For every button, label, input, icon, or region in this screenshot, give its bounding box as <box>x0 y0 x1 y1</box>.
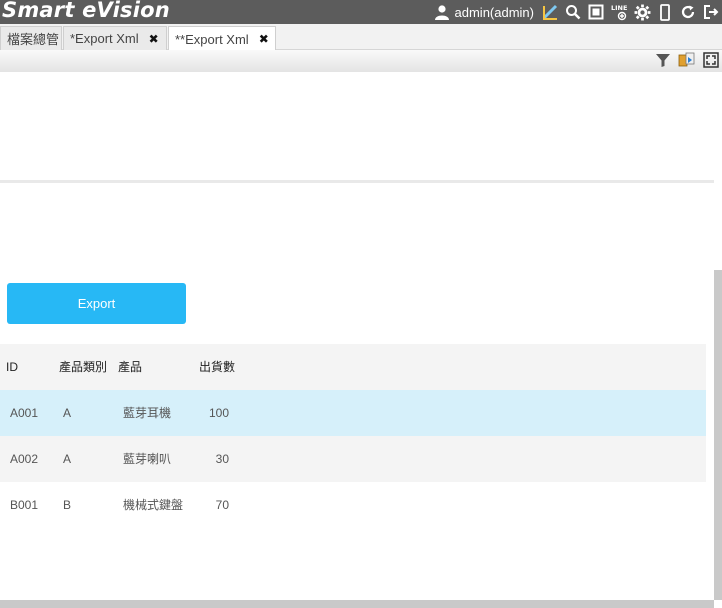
horizontal-scrollbar[interactable] <box>0 600 714 608</box>
mobile-icon[interactable] <box>656 3 674 21</box>
search-icon[interactable] <box>564 3 582 21</box>
close-icon[interactable]: ✖ <box>149 32 159 46</box>
cell-qty: 30 <box>215 452 229 466</box>
cell-category: B <box>63 498 72 512</box>
svg-text:LINE: LINE <box>611 4 627 12</box>
logout-icon[interactable] <box>702 3 720 21</box>
expand-icon[interactable] <box>702 51 720 69</box>
cell-product: 機械式鍵盤 <box>123 498 184 512</box>
cell-qty: 100 <box>208 406 229 420</box>
tab-label: **Export Xml <box>175 31 249 47</box>
column-header-id[interactable]: ID <box>6 344 18 390</box>
export-button[interactable]: Export <box>7 283 186 324</box>
user-name: admin(admin) <box>454 4 534 20</box>
refresh-icon[interactable] <box>679 3 697 21</box>
cell-category: A <box>63 406 72 420</box>
fullscreen-icon[interactable] <box>587 3 605 21</box>
cell-qty: 70 <box>215 498 229 512</box>
dashboard-icon[interactable] <box>541 3 559 21</box>
grid-header: ID 產品類別 產品 出貨數 <box>0 344 706 390</box>
tab-label: 檔案總管 <box>7 32 60 47</box>
data-grid: ID 產品類別 產品 出貨數 A001 A 藍芽耳機 100 A002 A 藍芽… <box>0 344 706 528</box>
tab-file-explorer[interactable]: 檔案總管 <box>0 26 62 50</box>
vertical-scrollbar[interactable] <box>714 270 722 600</box>
cell-id: B001 <box>10 498 39 512</box>
close-icon[interactable]: ✖ <box>259 32 269 46</box>
cell-id: A001 <box>10 406 39 420</box>
cell-product: 藍芽喇叭 <box>123 452 172 466</box>
table-row[interactable]: B001 B 機械式鍵盤 70 <box>0 482 706 528</box>
user-menu[interactable]: admin(admin) <box>433 3 534 21</box>
content-toolbar <box>0 50 722 72</box>
column-header-category[interactable]: 產品類別 <box>59 344 107 390</box>
cell-category: A <box>63 452 72 466</box>
app-brand: Smart eVision <box>2 0 170 22</box>
table-row[interactable]: A001 A 藍芽耳機 100 <box>0 390 706 436</box>
filter-icon[interactable] <box>654 51 672 69</box>
column-header-product[interactable]: 產品 <box>118 344 142 390</box>
cell-product: 藍芽耳機 <box>123 406 172 420</box>
section-divider <box>0 180 714 183</box>
table-row[interactable]: A002 A 藍芽喇叭 30 <box>0 436 706 482</box>
tab-bar: 檔案總管 *Export Xml ✖ **Export Xml ✖ <box>0 24 722 51</box>
tab-export-xml[interactable]: *Export Xml ✖ <box>63 26 167 50</box>
cell-id: A002 <box>10 452 39 466</box>
line-add-icon[interactable]: LINE <box>610 3 628 21</box>
top-right-toolbar: admin(admin) LINE <box>433 0 720 24</box>
column-header-qty[interactable]: 出貨數 <box>199 344 235 390</box>
tab-export-xml-active[interactable]: **Export Xml ✖ <box>168 26 276 51</box>
export-icon[interactable] <box>678 51 696 69</box>
top-bar: Smart eVision admin(admin) LINE <box>0 0 722 24</box>
user-icon <box>433 3 451 21</box>
tab-label: *Export Xml <box>70 31 139 46</box>
gear-icon[interactable] <box>633 3 651 21</box>
